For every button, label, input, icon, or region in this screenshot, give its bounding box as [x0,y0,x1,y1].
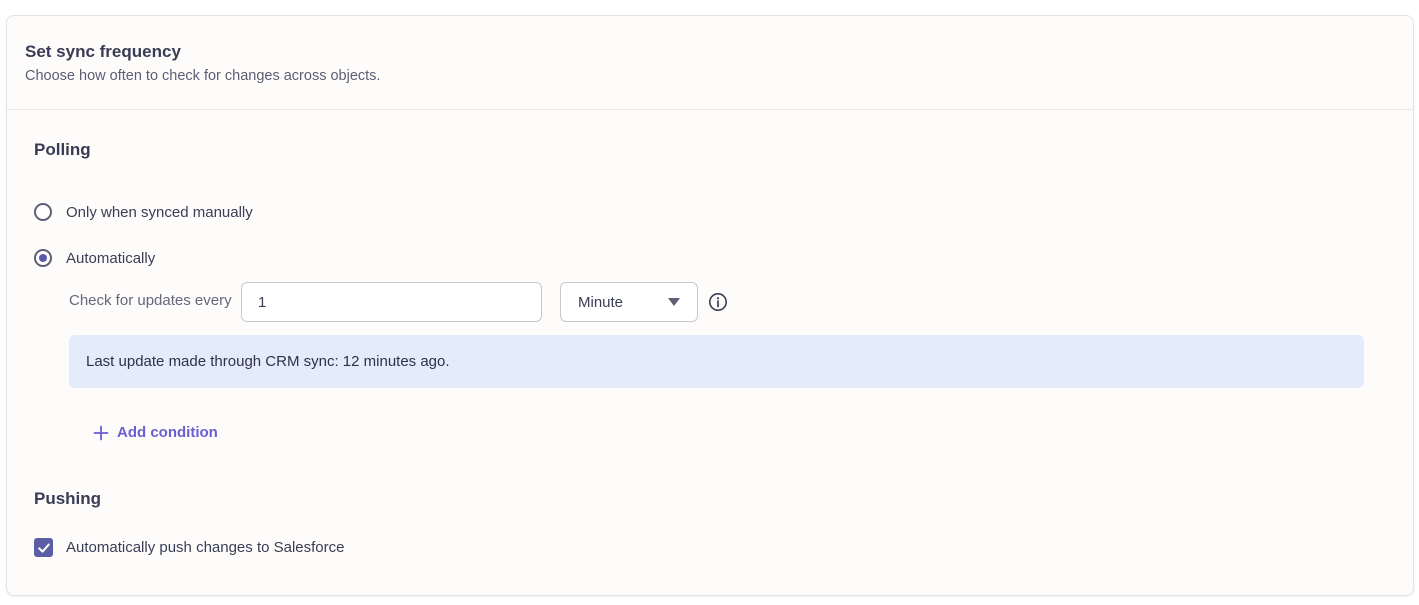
add-condition-label: Add condition [117,424,218,441]
info-circle-icon[interactable] [708,292,728,312]
radio-label-manual: Only when synced manually [66,203,253,221]
radio-manual-sync[interactable]: Only when synced manually [34,203,253,221]
sync-frequency-card: Set sync frequency Choose how often to c… [6,15,1414,596]
radio-label-automatic: Automatically [66,249,156,267]
checkmark-icon [37,543,50,553]
last-update-banner: Last update made through CRM sync: 12 mi… [69,335,1364,388]
push-changes-label: Automatically push changes to Salesforce [66,539,345,556]
card-title: Set sync frequency [25,42,181,61]
radio-button-unchecked[interactable] [34,203,52,221]
push-changes-option[interactable]: Automatically push changes to Salesforce [34,538,345,557]
push-changes-checkbox[interactable] [34,538,53,557]
pushing-section-title: Pushing [34,489,102,508]
frequency-input[interactable] [241,282,542,322]
card-header: Set sync frequency Choose how often to c… [7,16,1413,110]
caret-down-icon [668,298,680,306]
radio-button-checked[interactable] [34,249,52,267]
frequency-unit-select[interactable]: Minute [560,282,698,322]
plus-icon [93,425,109,440]
add-condition-button[interactable]: Add condition [93,424,218,441]
last-update-text: Last update made through CRM sync: 12 mi… [86,353,450,370]
frequency-unit-value: Minute [578,293,624,311]
card-subtitle: Choose how often to check for changes ac… [25,68,381,84]
radio-automatic-sync[interactable]: Automatically [34,249,155,267]
polling-section-title: Polling [34,140,91,159]
frequency-label: Check for updates every [69,292,232,309]
